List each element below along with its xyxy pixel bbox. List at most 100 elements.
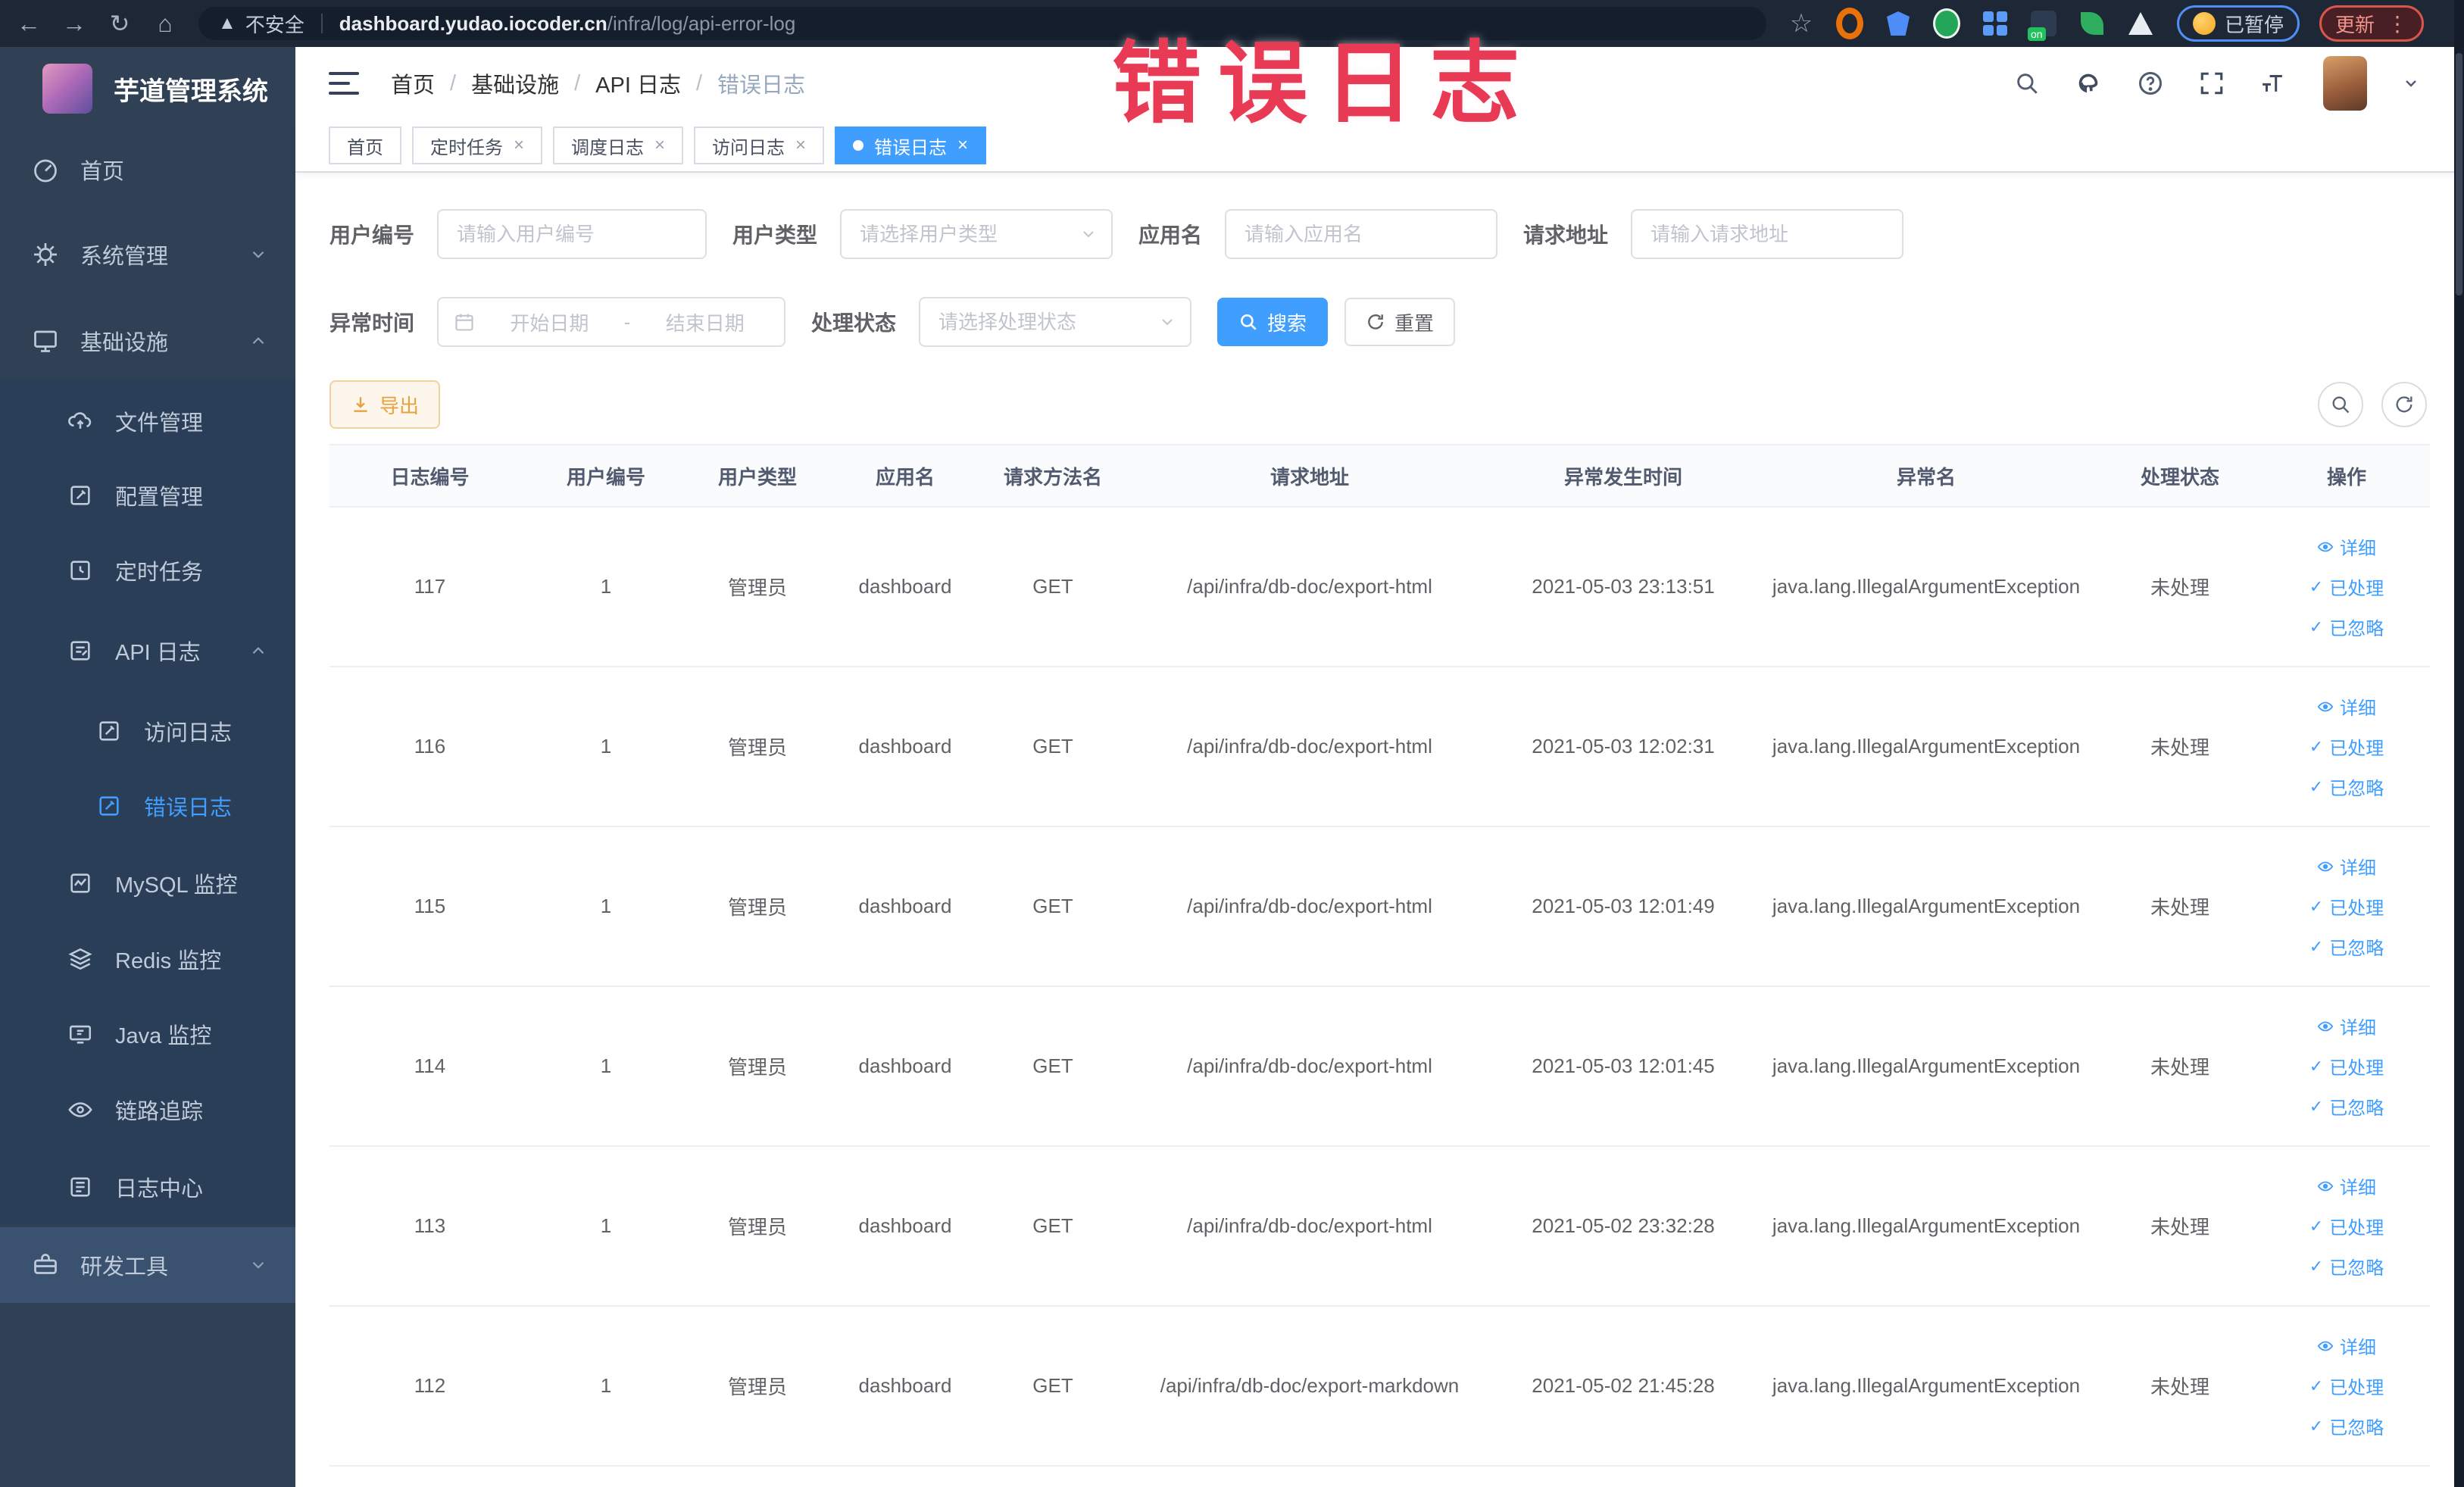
sidebar-item-system[interactable]: 系统管理 <box>0 217 295 292</box>
chevron-down-icon[interactable] <box>2402 74 2420 92</box>
cell-actions: 详细 已处理 已忽略 <box>2263 693 2430 800</box>
cell-method: GET <box>1032 1374 1073 1397</box>
cell-time: 2021-05-02 21:45:28 <box>1532 1374 1715 1397</box>
extension-grid-icon[interactable] <box>1982 10 2009 37</box>
reload-icon[interactable]: ↻ <box>103 7 136 40</box>
refresh-table-button[interactable] <box>2381 382 2427 427</box>
request-url-input[interactable] <box>1631 209 1904 259</box>
bookmark-star-icon[interactable]: ☆ <box>1788 9 1815 38</box>
extension-on-badge-icon[interactable] <box>2028 10 2057 41</box>
extension-orange-icon[interactable] <box>1836 8 1863 39</box>
page-content: 用户编号 用户类型 应用名 请求地址 异常时间 <box>295 173 2464 1467</box>
reset-button[interactable]: 重置 <box>1344 298 1456 346</box>
mark-ignored-link[interactable]: 已忽略 <box>2309 1413 2384 1439</box>
mark-processed-link[interactable]: 已处理 <box>2309 573 2384 600</box>
sidebar-item-dev-tools[interactable]: 研发工具 <box>0 1227 295 1303</box>
scrollbar-thumb[interactable] <box>2456 53 2462 295</box>
address-bar[interactable]: ▲ 不安全 dashboard.yudao.iocoder.cn /infra/… <box>198 7 1766 40</box>
forward-icon[interactable]: → <box>58 7 91 40</box>
tab-schedule-log[interactable]: 调度日志 <box>553 127 684 164</box>
cell-status: 未处理 <box>2150 1056 2209 1079</box>
cell-exception-name: java.lang.IllegalArgumentException <box>1772 1054 2081 1077</box>
sidebar-item-error-log[interactable]: 错误日志 <box>0 768 295 844</box>
browser-scrollbar[interactable] <box>2454 0 2464 1487</box>
tab-access-log[interactable]: 访问日志 <box>694 127 825 164</box>
detail-link[interactable]: 详细 <box>2317 1173 2376 1199</box>
sidebar-item-scheduled-tasks[interactable]: 定时任务 <box>0 533 295 608</box>
mark-processed-link[interactable]: 已处理 <box>2309 893 2384 920</box>
mark-ignored-link[interactable]: 已忽略 <box>2309 1253 2384 1279</box>
detail-link[interactable]: 详细 <box>2317 853 2376 879</box>
mark-processed-link[interactable]: 已处理 <box>2309 1213 2384 1239</box>
process-status-select-input[interactable] <box>919 297 1192 347</box>
user-avatar[interactable] <box>2323 56 2367 111</box>
sidebar-item-java-monitor[interactable]: Java 监控 <box>0 996 295 1072</box>
tab-home[interactable]: 首页 <box>329 127 401 164</box>
extension-shield-icon[interactable] <box>1885 10 1912 37</box>
user-type-select[interactable] <box>840 209 1113 259</box>
extension-green-icon[interactable] <box>1933 8 1960 39</box>
filter-row-1: 用户编号 用户类型 应用名 请求地址 <box>329 209 2430 259</box>
cell-user-type: 管理员 <box>727 1056 787 1079</box>
mark-ignored-link[interactable]: 已忽略 <box>2309 933 2384 960</box>
user-id-input[interactable] <box>437 209 707 259</box>
detail-link[interactable]: 详细 <box>2317 1332 2376 1359</box>
cell-method: GET <box>1032 575 1073 598</box>
search-button[interactable]: 搜索 <box>1217 298 1329 346</box>
breadcrumb-item-api-log[interactable]: API 日志 <box>595 67 681 99</box>
process-status-select[interactable] <box>919 297 1192 347</box>
paused-badge[interactable]: 已暂停 <box>2177 5 2300 42</box>
exception-time-range-picker[interactable]: 开始日期 - 结束日期 <box>437 297 786 347</box>
start-date-placeholder[interactable]: 开始日期 <box>486 308 614 336</box>
tab-scheduled-tasks[interactable]: 定时任务 <box>412 127 543 164</box>
close-icon[interactable] <box>957 135 968 156</box>
close-icon[interactable] <box>795 135 806 156</box>
help-icon[interactable] <box>2137 70 2164 97</box>
fullscreen-icon[interactable] <box>2199 70 2225 96</box>
home-icon[interactable]: ⌂ <box>148 7 182 40</box>
font-size-icon[interactable] <box>2259 70 2288 96</box>
sidebar-item-redis-monitor[interactable]: Redis 监控 <box>0 921 295 997</box>
sidebar-item-access-log[interactable]: 访问日志 <box>0 693 295 769</box>
sidebar-item-tracing[interactable]: 链路追踪 <box>0 1072 295 1148</box>
extension-tree-icon[interactable] <box>2127 10 2154 37</box>
search-icon[interactable] <box>2014 70 2040 96</box>
sidebar-item-config-management[interactable]: 配置管理 <box>0 458 295 533</box>
mark-processed-link[interactable]: 已处理 <box>2309 1053 2384 1079</box>
sidebar-item-file-management[interactable]: 文件管理 <box>0 383 295 459</box>
detail-link[interactable]: 详细 <box>2317 693 2376 720</box>
user-type-select-input[interactable] <box>840 209 1113 259</box>
end-date-placeholder[interactable]: 结束日期 <box>641 308 769 336</box>
detail-link[interactable]: 详细 <box>2317 533 2376 560</box>
sidebar-item-log-center[interactable]: 日志中心 <box>0 1149 295 1225</box>
detail-link[interactable]: 详细 <box>2317 1013 2376 1039</box>
header-method: 请求方法名 <box>1003 465 1102 489</box>
toggle-search-button[interactable] <box>2318 382 2363 427</box>
sidebar-collapse-icon[interactable] <box>329 72 359 95</box>
close-icon[interactable] <box>654 135 665 156</box>
update-button[interactable]: 更新 <box>2319 5 2425 42</box>
github-icon[interactable] <box>2075 70 2102 97</box>
mark-ignored-link[interactable]: 已忽略 <box>2309 614 2384 640</box>
cell-log-id: 117 <box>414 575 446 598</box>
breadcrumb-item-infrastructure[interactable]: 基础设施 <box>471 67 559 99</box>
paused-label: 已暂停 <box>2225 13 2284 36</box>
sidebar-item-home[interactable]: 首页 <box>0 132 295 208</box>
breadcrumb-item-home[interactable]: 首页 <box>391 67 435 99</box>
mark-processed-link[interactable]: 已处理 <box>2309 733 2384 760</box>
sidebar-item-mysql-monitor[interactable]: MySQL 监控 <box>0 845 295 921</box>
mark-processed-link[interactable]: 已处理 <box>2309 1373 2384 1399</box>
mark-ignored-link[interactable]: 已忽略 <box>2309 1093 2384 1120</box>
sidebar-item-api-log[interactable]: API 日志 <box>0 613 295 689</box>
main-area: 首页 / 基础设施 / API 日志 / 错误日志 首页 定时任务 × 调度日志… <box>295 47 2464 1487</box>
sidebar-item-infrastructure[interactable]: 基础设施 <box>0 303 295 379</box>
mark-ignored-link[interactable]: 已忽略 <box>2309 773 2384 800</box>
app-name-input[interactable] <box>1225 209 1498 259</box>
back-icon[interactable]: ← <box>12 7 45 40</box>
extension-leaf-icon[interactable] <box>2078 10 2106 37</box>
export-button[interactable]: 导出 <box>329 380 441 429</box>
browser-menu-icon[interactable] <box>2387 11 2408 36</box>
tab-error-log[interactable]: 错误日志 <box>835 127 987 164</box>
close-icon[interactable] <box>514 135 524 156</box>
search-icon <box>2332 396 2350 414</box>
